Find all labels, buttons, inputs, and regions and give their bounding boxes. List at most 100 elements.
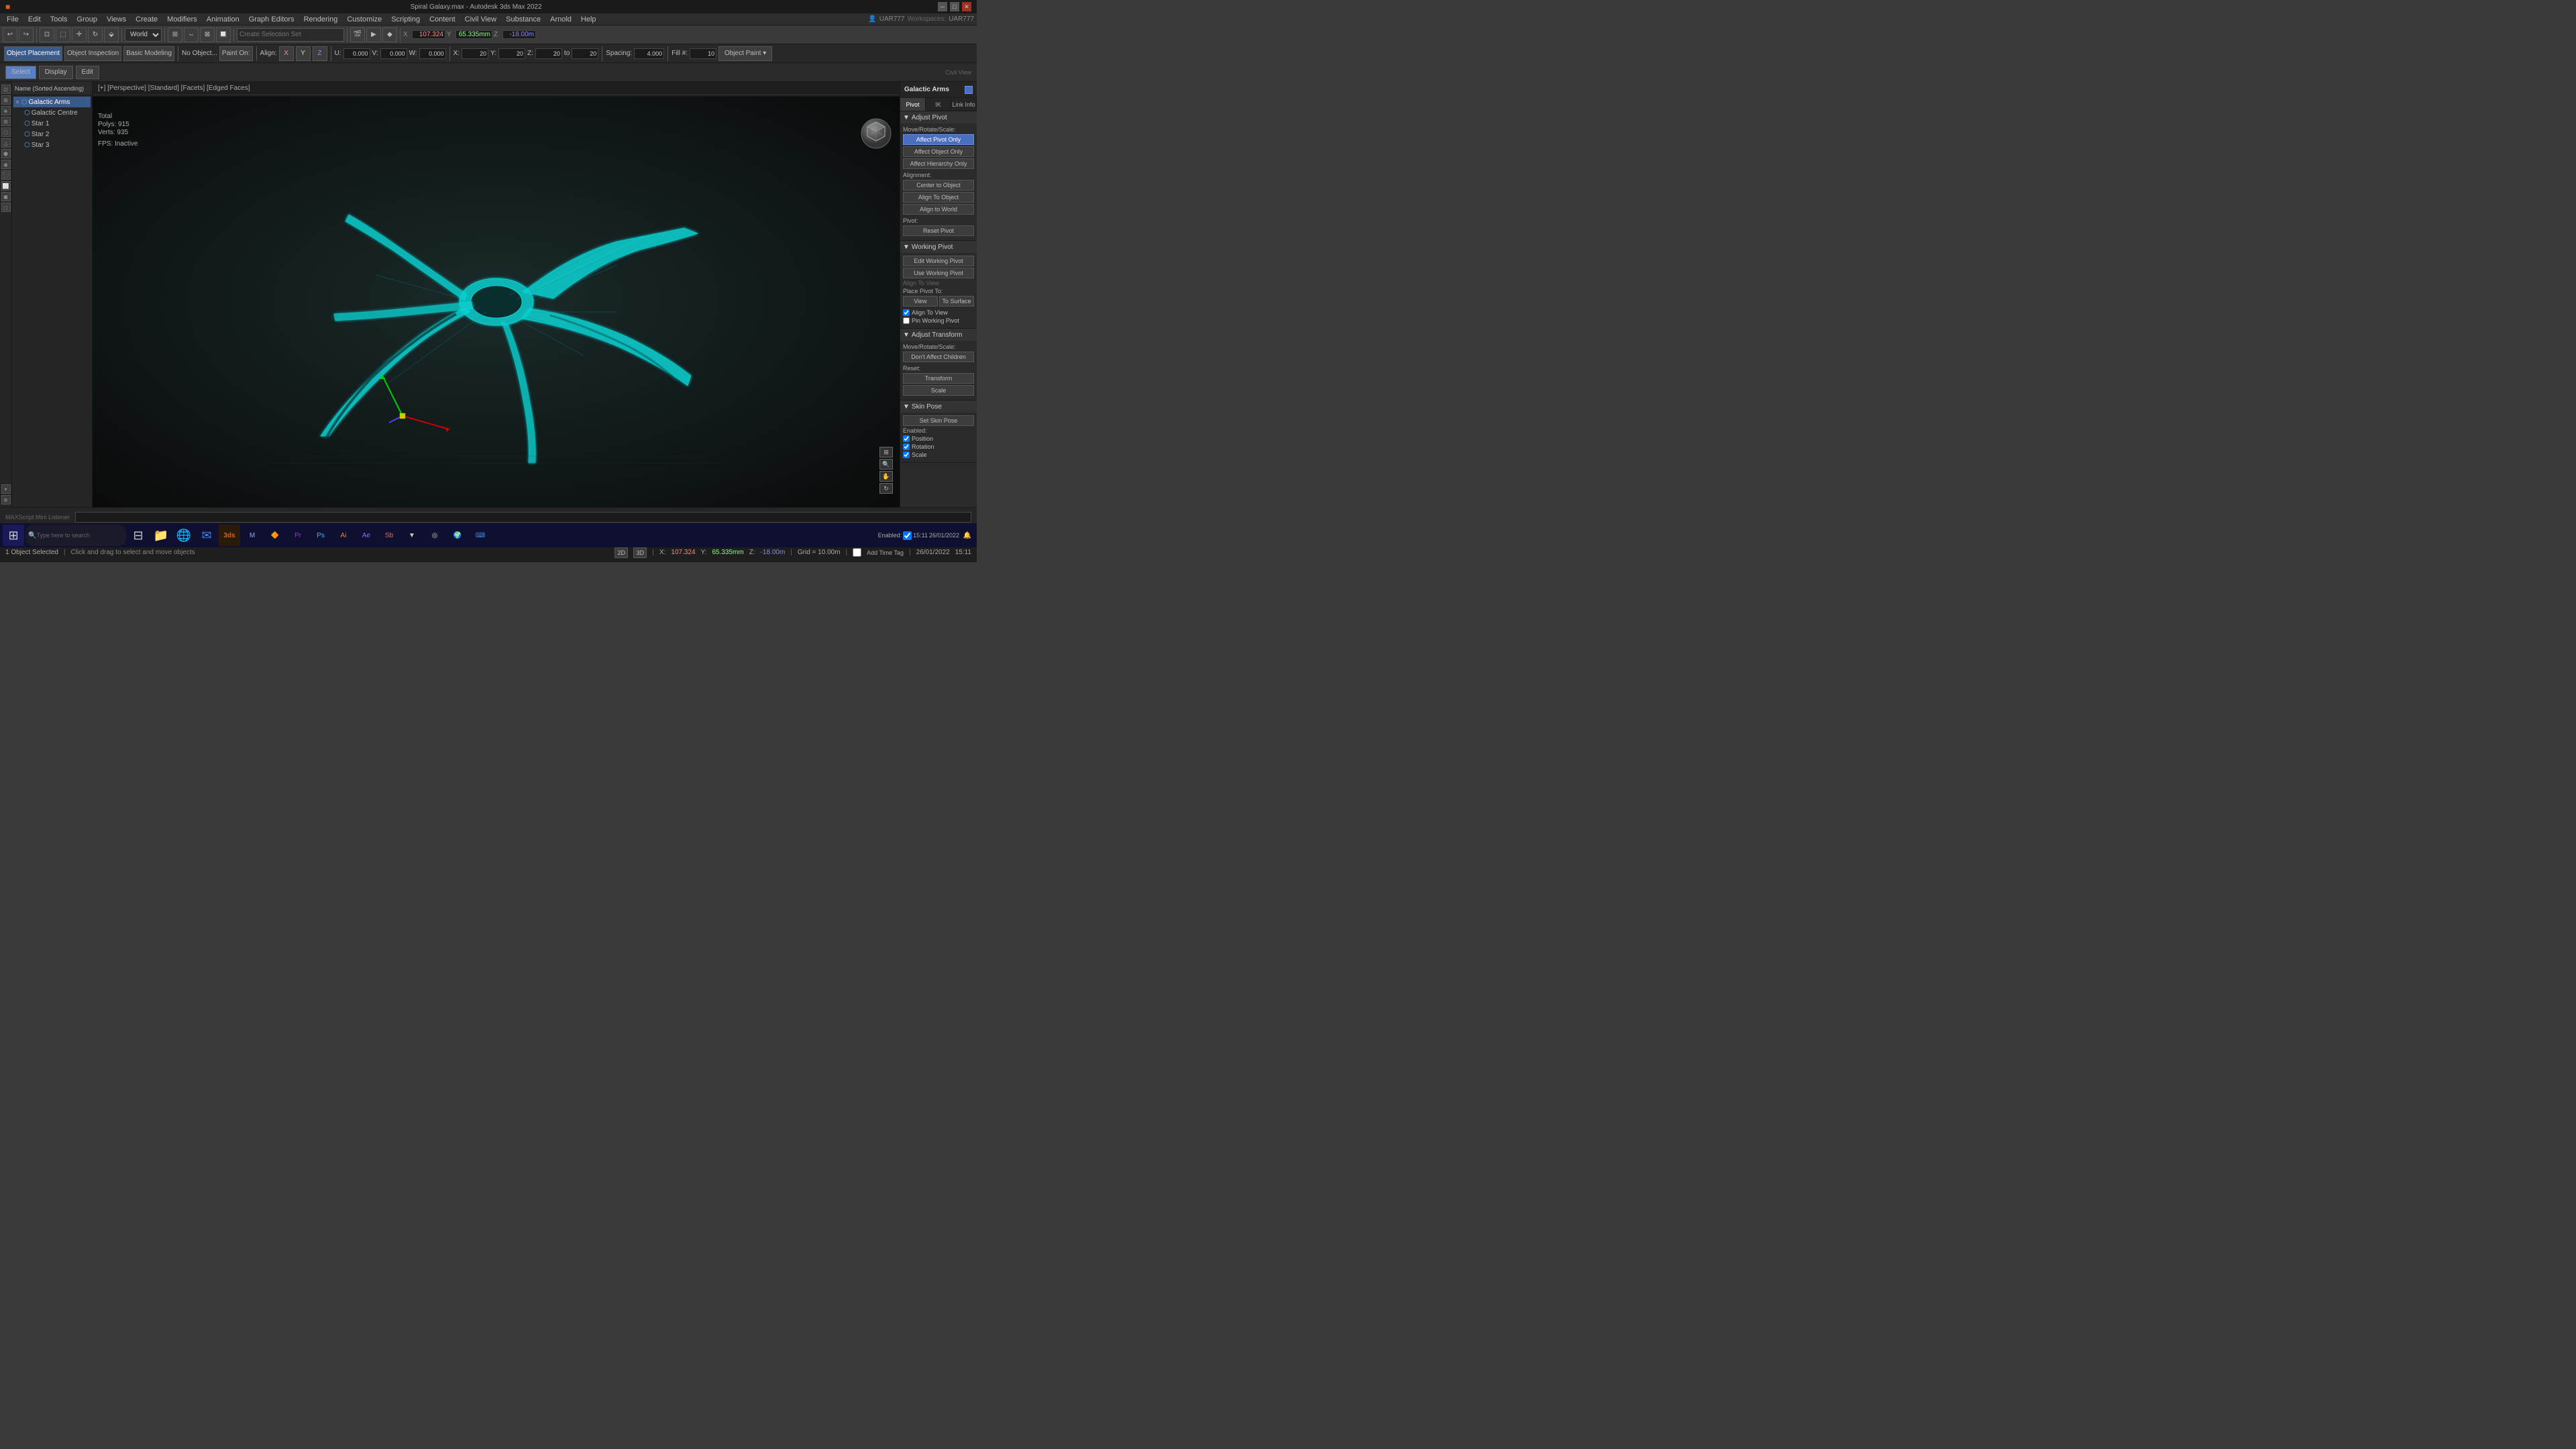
maximize-button[interactable]: □ xyxy=(950,2,959,11)
view-option-button[interactable]: View xyxy=(903,296,938,307)
menu-help[interactable]: Help xyxy=(577,15,600,24)
lv-btn-11[interactable]: ◼ xyxy=(1,192,11,201)
lv-btn-7[interactable]: ⬢ xyxy=(1,149,11,158)
align-y-button[interactable]: Y xyxy=(296,46,311,61)
align-to-view-check[interactable] xyxy=(903,309,910,316)
adjust-pivot-header[interactable]: ▼ Adjust Pivot xyxy=(900,111,977,123)
select-tab[interactable]: Select xyxy=(5,66,36,79)
menu-views[interactable]: Views xyxy=(103,15,130,24)
named-selection-input[interactable] xyxy=(237,28,344,42)
menu-graph-editors[interactable]: Graph Editors xyxy=(245,15,299,24)
unreal-icon[interactable]: ▼ xyxy=(401,525,423,546)
link-info-tab[interactable]: Link Info xyxy=(951,98,977,111)
lv-btn-4[interactable]: ⊞ xyxy=(1,117,11,126)
w-input[interactable] xyxy=(419,48,446,59)
rotate-button[interactable]: ↻ xyxy=(88,28,103,42)
lv-btn-3[interactable]: ◈ xyxy=(1,106,11,115)
menu-substance[interactable]: Substance xyxy=(502,15,545,24)
pin-working-pivot-check[interactable] xyxy=(903,317,910,324)
working-pivot-header[interactable]: ▼ Working Pivot xyxy=(900,241,977,253)
lv-btn-6[interactable]: △ xyxy=(1,138,11,148)
x-size-input[interactable] xyxy=(462,48,488,59)
skin-pose-header[interactable]: ▼ Skin Pose xyxy=(900,400,977,413)
to-surface-button[interactable]: To Surface xyxy=(939,296,974,307)
menu-tools[interactable]: Tools xyxy=(46,15,72,24)
tree-item-galactic-centre[interactable]: ⬡ Galactic Centre xyxy=(13,107,91,118)
edge-icon[interactable]: 🌐 xyxy=(173,525,195,546)
lv-btn-1[interactable]: ⊡ xyxy=(1,85,11,94)
object-placement-tab[interactable]: Object Placement xyxy=(4,46,62,61)
align-button[interactable]: ⊞ xyxy=(168,28,182,42)
tree-item-star3[interactable]: ⬡ Star 3 xyxy=(13,140,91,150)
maxscript-input[interactable] xyxy=(75,512,971,523)
render-setup-button[interactable]: 🎬 xyxy=(350,28,365,42)
start-button[interactable]: ⊞ xyxy=(3,525,24,546)
substance-icon[interactable]: Sb xyxy=(378,525,400,546)
notifications-button[interactable]: 🔔 xyxy=(961,525,974,546)
tree-item-galactic-arms[interactable]: ▼ ⬡ Galactic Arms xyxy=(13,97,91,107)
to-input[interactable] xyxy=(572,48,598,59)
rotation-check[interactable] xyxy=(903,443,910,450)
aftereffects-icon[interactable]: Ae xyxy=(356,525,377,546)
move-button[interactable]: ✛ xyxy=(72,28,87,42)
v-input[interactable] xyxy=(380,48,407,59)
menu-arnold[interactable]: Arnold xyxy=(546,15,576,24)
close-button[interactable]: ✕ xyxy=(962,2,971,11)
photoshop-icon[interactable]: Ps xyxy=(310,525,331,546)
menu-file[interactable]: File xyxy=(3,15,23,24)
zoom-extents-button[interactable]: ⊞ xyxy=(879,447,893,458)
y-size-input[interactable] xyxy=(498,48,525,59)
lv-btn-bottom2[interactable]: ⊕ xyxy=(1,495,11,504)
lv-btn-5[interactable]: ⬡ xyxy=(1,127,11,137)
pivot-tab[interactable]: Pivot xyxy=(900,98,926,111)
tray-check1[interactable] xyxy=(903,531,912,540)
menu-animation[interactable]: Animation xyxy=(203,15,244,24)
illustrator-icon[interactable]: Ai xyxy=(333,525,354,546)
snap-toggle-button[interactable]: 🔲 xyxy=(216,28,231,42)
set-skin-pose-button[interactable]: Set Skin Pose xyxy=(903,415,974,426)
blender-icon[interactable]: 🔶 xyxy=(264,525,286,546)
z-size-input[interactable] xyxy=(535,48,562,59)
chrome-icon[interactable]: 🌍 xyxy=(447,525,468,546)
transform-reset-button[interactable]: Transform xyxy=(903,373,974,384)
display-tab[interactable]: Display xyxy=(39,66,73,79)
zoom-button[interactable]: 🔍 xyxy=(879,459,893,470)
tree-item-star2[interactable]: ⬡ Star 2 xyxy=(13,129,91,140)
menu-scripting[interactable]: Scripting xyxy=(387,15,424,24)
galaxy-scene[interactable]: Total Polys: 915 Verts: 935 FPS: Inactiv… xyxy=(93,97,900,507)
array-button[interactable]: ⊠ xyxy=(200,28,215,42)
pan-button[interactable]: ✋ xyxy=(879,471,893,482)
mirror-button[interactable]: ⇔ xyxy=(184,28,199,42)
material-editor-button[interactable]: ◆ xyxy=(382,28,397,42)
use-working-pivot-button[interactable]: Use Working Pivot xyxy=(903,268,974,278)
lv-btn-2[interactable]: ⊠ xyxy=(1,95,11,105)
object-color-swatch[interactable] xyxy=(965,86,973,94)
spacing-input[interactable] xyxy=(634,48,664,59)
align-z-button[interactable]: Z xyxy=(313,46,327,61)
minimize-button[interactable]: ─ xyxy=(938,2,947,11)
reset-pivot-button[interactable]: Reset Pivot xyxy=(903,225,974,236)
reference-coord-dropdown[interactable]: World Local Screen xyxy=(125,28,162,42)
scale-check[interactable] xyxy=(903,451,910,458)
select-region-button[interactable]: ⬚ xyxy=(56,28,70,42)
object-paint-button[interactable]: Object Paint ▾ xyxy=(718,46,772,61)
render-button[interactable]: ▶ xyxy=(366,28,381,42)
affect-hierarchy-only-button[interactable]: Affect Hierarchy Only xyxy=(903,158,974,169)
snap-2d-button[interactable]: 2D xyxy=(614,547,628,558)
premiere-icon[interactable]: Pr xyxy=(287,525,309,546)
lv-btn-12[interactable]: ◻ xyxy=(1,203,11,212)
fill-input[interactable] xyxy=(690,48,716,59)
menu-modifiers[interactable]: Modifiers xyxy=(163,15,201,24)
lv-btn-bottom[interactable]: ▾ xyxy=(1,484,11,494)
lv-btn-9[interactable]: ⬛ xyxy=(1,170,11,180)
viewport[interactable]: [+] [Perspective] [Standard] [Facets] [E… xyxy=(93,82,900,507)
ik-tab[interactable]: IK xyxy=(926,98,951,111)
menu-create[interactable]: Create xyxy=(131,15,162,24)
3dsmax-icon[interactable]: 3ds xyxy=(219,525,240,546)
viewport-cube[interactable] xyxy=(859,117,893,150)
undo-button[interactable]: ↩ xyxy=(3,28,17,42)
menu-group[interactable]: Group xyxy=(72,15,101,24)
menu-rendering[interactable]: Rendering xyxy=(300,15,342,24)
unity-icon[interactable]: ◎ xyxy=(424,525,445,546)
lv-btn-10[interactable]: ⬜ xyxy=(1,181,11,191)
